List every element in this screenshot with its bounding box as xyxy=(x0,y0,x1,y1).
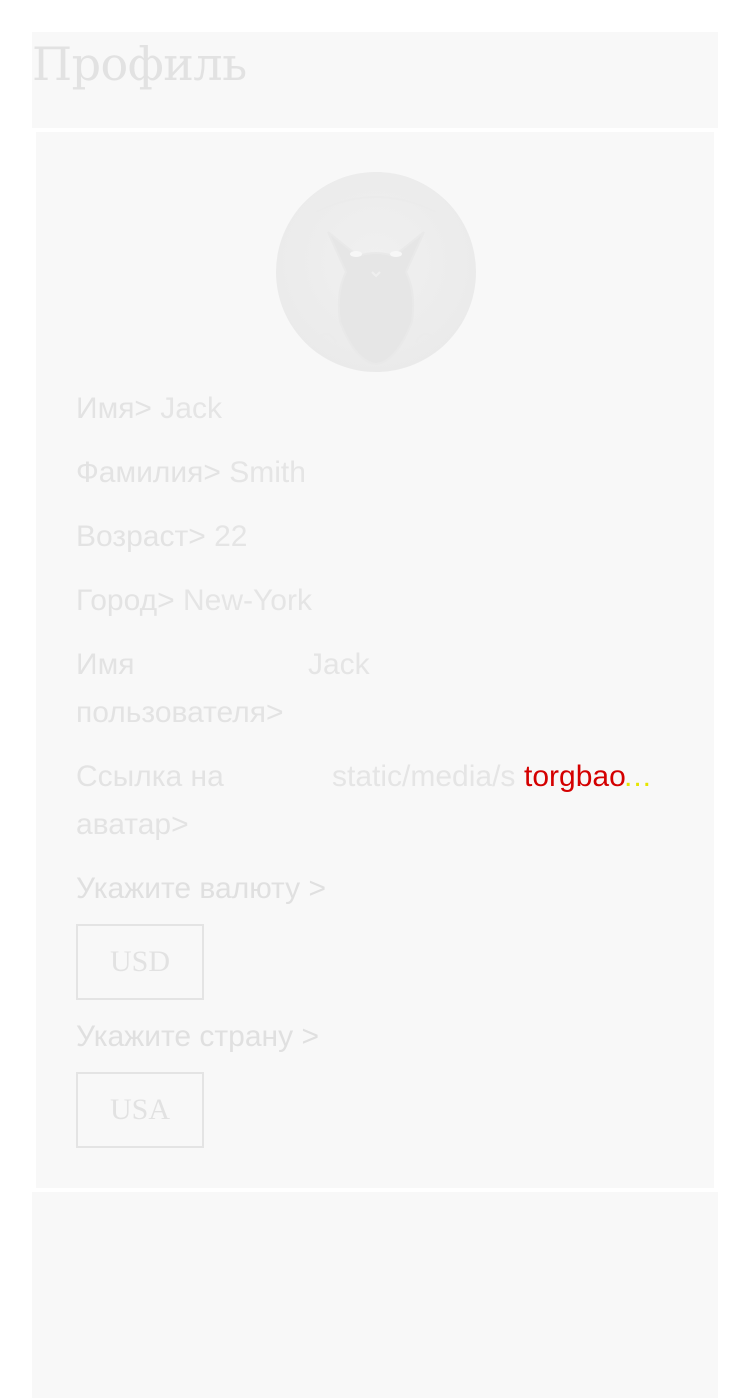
first-name-value: Jack xyxy=(160,392,222,425)
username-row: Имя пользователя> Jack xyxy=(76,641,676,737)
username-value: Jack xyxy=(308,648,370,681)
age-value: 22 xyxy=(214,520,248,553)
avatar-link-ellipsis: ... xyxy=(624,760,653,793)
country-label: Укажите страну > xyxy=(76,1020,319,1053)
last-name-row: Фамилия> Smith xyxy=(76,449,306,497)
last-name-value: Smith xyxy=(229,456,306,489)
avatar-link-overlay: torgbao xyxy=(524,760,626,793)
avatar-link-row: Ссылка на аватар> static/media/s torgbao… xyxy=(76,753,676,849)
country-select[interactable]: USA xyxy=(76,1072,204,1148)
footer xyxy=(32,1192,718,1398)
city-row: Город> New-York xyxy=(76,577,312,625)
city-label: Город> xyxy=(76,584,175,617)
age-label: Возраст> xyxy=(76,520,206,553)
page-title: Профиль xyxy=(32,37,247,91)
avatar xyxy=(276,172,476,372)
age-row: Возраст> 22 xyxy=(76,513,247,561)
last-name-label: Фамилия> xyxy=(76,456,221,489)
first-name-label: Имя> xyxy=(76,392,152,425)
city-value: New-York xyxy=(183,584,312,617)
profile-page: Профиль Имя> Jack Фамилия> Smith Возраст… xyxy=(32,32,718,1398)
header: Профиль xyxy=(32,32,718,128)
username-label: Имя пользователя> xyxy=(76,648,284,729)
first-name-row: Имя> Jack xyxy=(76,385,222,433)
currency-select[interactable]: USD xyxy=(76,924,204,1000)
avatar-link-label: Ссылка на аватар> xyxy=(76,760,224,841)
black-cat-avatar-icon xyxy=(305,196,447,366)
profile-card: Имя> Jack Фамилия> Smith Возраст> 22 Гор… xyxy=(36,132,714,1188)
currency-label: Укажите валюту > xyxy=(76,872,326,905)
avatar-link-text[interactable]: static/media/s xyxy=(332,760,515,793)
